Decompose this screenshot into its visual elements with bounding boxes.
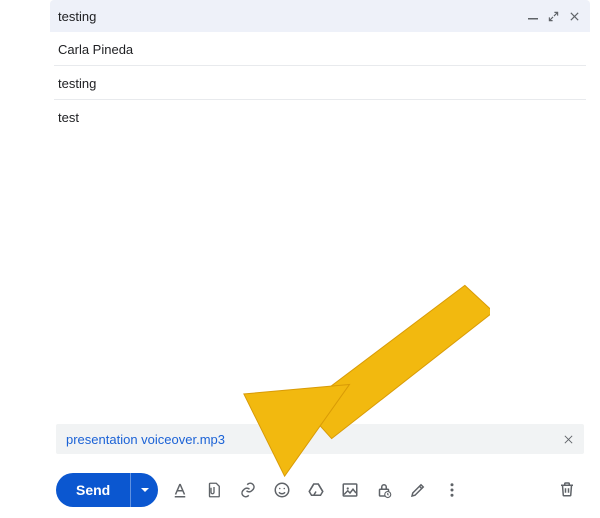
subject-value: testing xyxy=(58,76,96,91)
close-icon[interactable] xyxy=(569,11,580,22)
toolbar-icons xyxy=(170,480,462,500)
confidential-mode-icon[interactable] xyxy=(374,480,394,500)
insert-photo-icon[interactable] xyxy=(340,480,360,500)
compose-window: testing Carla Pineda testing test presen… xyxy=(50,0,590,518)
to-field[interactable]: Carla Pineda xyxy=(54,32,586,66)
discard-draft-icon[interactable] xyxy=(558,480,578,500)
insert-emoji-icon[interactable] xyxy=(272,480,292,500)
attachment-chip[interactable]: presentation voiceover.mp3 xyxy=(56,424,584,454)
compose-header: testing xyxy=(50,0,590,32)
to-value: Carla Pineda xyxy=(58,42,133,57)
insert-link-icon[interactable] xyxy=(238,480,258,500)
send-options-button[interactable] xyxy=(130,473,158,507)
insert-drive-icon[interactable] xyxy=(306,480,326,500)
body-text: test xyxy=(58,110,79,125)
attachment-filename: presentation voiceover.mp3 xyxy=(66,432,225,447)
insert-signature-icon[interactable] xyxy=(408,480,428,500)
expand-icon[interactable] xyxy=(548,11,559,22)
more-options-icon[interactable] xyxy=(442,480,462,500)
message-body[interactable]: test xyxy=(50,100,590,424)
header-window-controls xyxy=(528,11,580,22)
compose-toolbar: Send xyxy=(50,468,590,518)
attachment-remove-icon[interactable] xyxy=(563,434,574,445)
formatting-icon[interactable] xyxy=(170,480,190,500)
compose-title: testing xyxy=(58,9,96,24)
send-button[interactable]: Send xyxy=(56,473,130,507)
send-button-group: Send xyxy=(56,473,158,507)
subject-field[interactable]: testing xyxy=(54,66,586,100)
minimize-icon[interactable] xyxy=(528,11,538,21)
attach-file-icon[interactable] xyxy=(204,480,224,500)
